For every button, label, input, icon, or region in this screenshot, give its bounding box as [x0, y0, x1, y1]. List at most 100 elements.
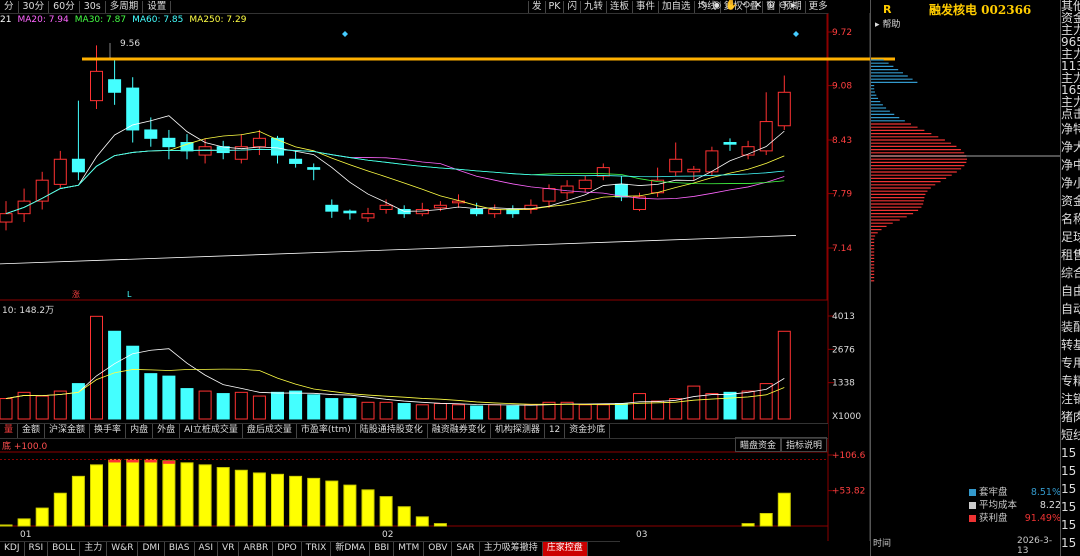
candle-body	[633, 196, 646, 210]
indicator-button[interactable]: 瞄盘资金	[735, 437, 782, 452]
indicator-tab[interactable]: DPO	[273, 542, 302, 556]
indicator-tab[interactable]: SAR	[452, 542, 480, 556]
help-button[interactable]: ▸ 帮助	[875, 17, 900, 30]
volume-tab[interactable]: 换手率	[90, 424, 127, 438]
ma250-line	[0, 235, 797, 265]
tool-3[interactable]: 九转	[580, 0, 606, 13]
control-bar	[325, 480, 339, 527]
indicator-tab[interactable]: BBI	[370, 542, 395, 556]
volume-tab[interactable]: 量	[0, 424, 19, 438]
control-bar	[741, 523, 755, 527]
side-item: 15	[1061, 536, 1077, 550]
indicator-tab[interactable]: ASI	[195, 542, 219, 556]
side-item: 净大	[1061, 140, 1080, 154]
side-info-column: 其他资金主力9652主力1130主力1650主力点击净特净大净中净小资金名称足球…	[1060, 0, 1080, 556]
indicator-tab[interactable]: KDJ	[0, 542, 25, 556]
control-bar	[759, 512, 773, 527]
indicator-axis-label: +53.82	[832, 487, 865, 497]
ma-legend-item: MA20: 7.94	[17, 15, 69, 25]
side-item: 装配	[1061, 320, 1080, 334]
side-item: 净特	[1061, 122, 1080, 136]
tool-12[interactable]: 更多	[804, 0, 831, 13]
side-item: 15	[1061, 518, 1077, 532]
legend-label: 获利盘	[979, 513, 1008, 524]
price-axis-label: 8.43	[832, 136, 852, 146]
volume-tab[interactable]: 市盈率(ttm)	[297, 424, 356, 438]
candle-body	[108, 79, 122, 93]
period-5[interactable]: 设置	[143, 0, 172, 13]
control-bar	[433, 523, 447, 527]
ma-legend-item: MA250: 7.29	[189, 15, 247, 25]
indicator-tab[interactable]: 主力	[80, 542, 108, 556]
period-0[interactable]: 分	[0, 0, 19, 13]
volume-tab[interactable]: 陆股通持股变化	[356, 424, 428, 438]
indicator-tab[interactable]: MTM	[394, 542, 425, 556]
volume-tab[interactable]: 内盘	[126, 424, 154, 438]
indicator-tab[interactable]: OBV	[424, 542, 453, 556]
indicator-tab[interactable]: RSI	[25, 542, 49, 556]
side-item: 点击	[1061, 107, 1080, 121]
control-bar	[289, 475, 303, 527]
tool-1[interactable]: PK	[544, 0, 564, 13]
side-item: 转基	[1061, 338, 1080, 352]
indicator-tab[interactable]: W&R	[107, 542, 139, 556]
legend-value: 8.22	[1039, 500, 1061, 511]
indicator-tab[interactable]: BOLL	[48, 542, 81, 556]
control-bar	[271, 473, 284, 527]
legend-swatch	[969, 502, 976, 509]
volume-tab[interactable]: 金额	[18, 424, 46, 438]
volume-tab[interactable]: 盘后成交量	[243, 424, 297, 438]
indicator-name: 底	[2, 442, 12, 452]
tool-2[interactable]: 闪	[563, 0, 580, 13]
low-marker: L	[127, 290, 132, 299]
control-bar	[108, 458, 122, 527]
indicator-tab[interactable]: ARBR	[239, 542, 274, 556]
volume-bar	[252, 395, 266, 420]
chart-icon-tools[interactable]: ✎◉✋⟲✕⊕⊖▸	[700, 0, 800, 11]
tool-5[interactable]: 事件	[632, 0, 658, 13]
period-3[interactable]: 30s	[80, 0, 106, 13]
candle-body	[777, 91, 791, 127]
period-1[interactable]: 30分	[19, 0, 50, 13]
indicator-tab[interactable]: 主力吸筹撤持	[480, 542, 543, 556]
volume-bar	[325, 398, 339, 420]
volume-tab[interactable]: 外盘	[153, 424, 181, 438]
side-item: 足球	[1061, 230, 1080, 244]
ma-legend-item: 21	[0, 15, 12, 25]
control-bar	[144, 458, 158, 527]
volume-value-label: 10: 148.2万	[2, 306, 55, 316]
candle-body	[578, 179, 592, 190]
volume-bar	[35, 395, 49, 420]
period-2[interactable]: 60分	[49, 0, 80, 13]
candle-body	[271, 137, 284, 156]
ma-legend: 21 MA20: 7.94 MA30: 7.87 MA60: 7.85 MA250: 7…	[0, 15, 252, 25]
indicator-tab[interactable]: BIAS	[165, 542, 195, 556]
high-price-label: 9.56	[120, 39, 140, 49]
volume-bar	[90, 315, 103, 420]
volume-tab[interactable]: 12	[545, 424, 566, 438]
indicator-tab[interactable]: 新DMA	[331, 542, 371, 556]
volume-bar	[415, 404, 429, 420]
time-label: 时间	[873, 539, 892, 549]
period-4[interactable]: 多周期	[106, 0, 144, 13]
indicator-tab[interactable]: 庄家控盘	[542, 542, 588, 556]
indicator-tab[interactable]: TRIX	[302, 542, 332, 556]
tool-0[interactable]: 发	[528, 0, 545, 13]
legend-label: 平均成本	[979, 500, 1018, 511]
control-bar	[379, 496, 393, 527]
indicator-tab[interactable]: DMI	[138, 542, 165, 556]
tool-4[interactable]: 连板	[606, 0, 632, 13]
candle-body	[542, 188, 556, 202]
volume-tab[interactable]: AI立桩成交量	[180, 424, 243, 438]
volume-bar	[126, 345, 140, 420]
indicator-button[interactable]: 指标说明	[781, 437, 828, 452]
candle-body	[0, 213, 13, 223]
tool-6[interactable]: 加自选	[658, 0, 694, 13]
volume-tab[interactable]: 机构探测器	[491, 424, 545, 438]
volume-tab[interactable]: 沪深金额	[45, 424, 91, 438]
indicator-tab[interactable]: VR	[218, 542, 240, 556]
volume-tab[interactable]: 融资融券变化	[428, 424, 491, 438]
ma-line	[5, 130, 785, 215]
volume-tab[interactable]: 资金抄底	[565, 424, 611, 438]
volume-bar	[560, 401, 574, 420]
